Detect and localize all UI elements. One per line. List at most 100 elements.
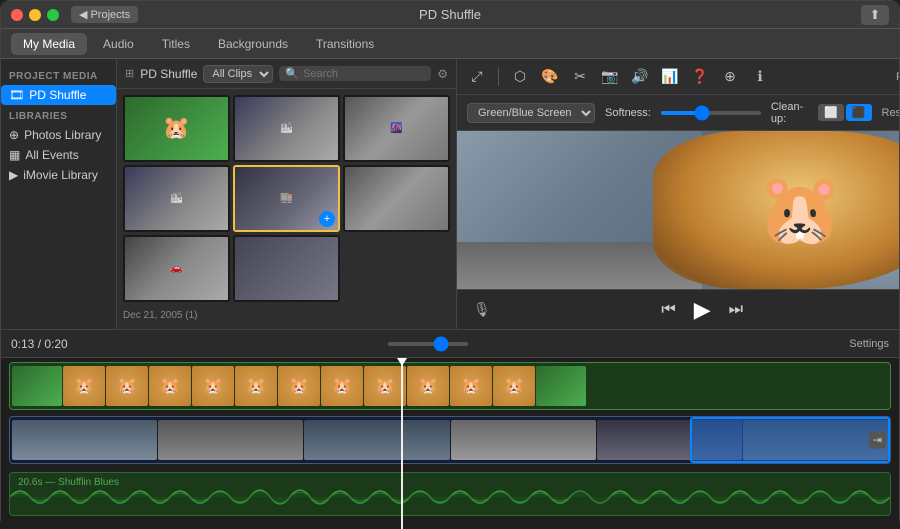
share-button[interactable]: ⬆ — [861, 5, 889, 25]
audio-track[interactable]: 20.6s — Shufflin Blues — [9, 472, 891, 516]
thumb-image-3: 🌆 — [345, 97, 448, 160]
sidebar-item-photos[interactable]: ⊕ Photos Library — [1, 125, 116, 145]
close-button[interactable] — [11, 9, 23, 21]
top-tabs-bar: My Media Audio Titles Backgrounds Transi… — [1, 29, 899, 59]
info-btn[interactable]: ℹ — [748, 65, 772, 89]
play-button[interactable]: ▶ — [694, 297, 711, 323]
all-clips-select[interactable]: All Clips — [203, 65, 273, 83]
track-frame-hamster-8: 🐹 — [364, 366, 406, 406]
search-icon: 🔍 — [285, 67, 299, 80]
chroma-key-select[interactable]: Green/Blue Screen — [467, 103, 595, 123]
microphone-button[interactable]: 🎙 — [473, 301, 491, 318]
hamster-track[interactable]: 🐹 🐹 🐹 🐹 🐹 🐹 🐹 🐹 🐹 🐹 🐹 — [9, 362, 891, 410]
settings-label[interactable]: Settings — [849, 338, 889, 350]
trim-btn[interactable]: ✂ — [568, 65, 592, 89]
track-frame-hamster-3: 🐹 — [149, 366, 191, 406]
sidebar-item-imovie[interactable]: ▶ iMovie Library — [1, 165, 116, 185]
skip-forward-button[interactable]: ⏭ — [729, 301, 743, 319]
playback-controls: 🎙 ⏮ ▶ ⏭ ⤢ — [457, 289, 899, 329]
track-frame-green — [12, 366, 62, 406]
media-toolbar: ⊞ PD Shuffle All Clips 🔍 ⚙ — [117, 59, 456, 89]
hamster-overlay: 🐹 — [653, 131, 899, 289]
tab-backgrounds[interactable]: Backgrounds — [206, 33, 300, 55]
sidebar-item-events[interactable]: ▦ All Events — [1, 145, 116, 165]
color-btn[interactable]: 🎨 — [538, 65, 562, 89]
media-thumb-7[interactable]: 🚗 — [123, 235, 230, 302]
traffic-lights — [11, 9, 59, 21]
blue-segment[interactable] — [690, 417, 890, 463]
track-frame-hamster-11: 🐹 — [493, 366, 535, 406]
libraries-section-label: LIBRARIES — [1, 105, 116, 125]
track-frame-hamster-5: 🐹 — [235, 366, 277, 406]
track-frame-hamster-7: 🐹 — [321, 366, 363, 406]
fullscreen-button[interactable] — [47, 9, 59, 21]
track-row-city: ⇥ — [1, 414, 899, 470]
preview-panel: ⤢ ⬡ 🎨 ✂ 📷 🔊 📊 ❓ ⊕ ℹ Reset All Green/Blue… — [457, 59, 899, 329]
search-box: 🔍 — [279, 66, 431, 81]
thumb-image-1: 🐹 — [125, 97, 228, 160]
reset-all-button[interactable]: Reset All — [896, 71, 899, 83]
volume-slider[interactable] — [388, 342, 468, 346]
media-panel-title: PD Shuffle — [140, 67, 197, 81]
search-input[interactable] — [303, 68, 425, 80]
imovie-icon: ▶ — [9, 168, 18, 182]
track-row-audio: 20.6s — Shufflin Blues — [1, 470, 899, 520]
city-frame-4 — [451, 420, 596, 460]
media-thumb-4[interactable]: 🏙 — [123, 165, 230, 232]
sidebar-item-label-imovie: iMovie Library — [23, 168, 98, 182]
chevron-left-icon: ◀ — [79, 8, 87, 21]
softness-slider[interactable] — [661, 111, 761, 115]
tab-titles[interactable]: Titles — [150, 33, 202, 55]
back-button[interactable]: ◀ Projects — [71, 6, 138, 23]
track-frame-hamster-6: 🐹 — [278, 366, 320, 406]
media-thumb-1[interactable]: 🐹 — [123, 95, 230, 162]
film-icon: 🎞 — [9, 88, 24, 102]
time-display: 0:13 / 0:20 — [11, 337, 68, 351]
reset-button[interactable]: Reset — [882, 107, 900, 119]
city-frame-2 — [158, 420, 303, 460]
track-frame-hamster-4: 🐹 — [192, 366, 234, 406]
sidebar: PROJECT MEDIA 🎞 PD Shuffle LIBRARIES ⊕ P… — [1, 59, 117, 329]
city-track[interactable]: ⇥ — [9, 416, 891, 464]
media-thumb-6[interactable] — [343, 165, 450, 232]
timeline-header: 0:13 / 0:20 Settings — [1, 330, 899, 358]
media-grid: 🐹 🏙 🌆 🏙 — [117, 89, 456, 329]
track-row-hamster: 🐹 🐹 🐹 🐹 🐹 🐹 🐹 🐹 🐹 🐹 🐹 — [1, 358, 899, 414]
main-content: My Media Audio Titles Backgrounds Transi… — [1, 29, 899, 529]
add-btn[interactable]: ⊕ — [718, 65, 742, 89]
help-btn[interactable]: ❓ — [688, 65, 712, 89]
media-thumb-2[interactable]: 🏙 — [233, 95, 340, 162]
tab-audio[interactable]: Audio — [91, 33, 146, 55]
back-button-label: Projects — [90, 9, 130, 21]
chart-btn[interactable]: 📊 — [658, 65, 682, 89]
track-frame-green-end — [536, 366, 586, 406]
titlebar: ◀ Projects PD Shuffle ⬆ — [1, 1, 899, 29]
events-icon: ▦ — [9, 148, 20, 162]
media-panel: ⊞ PD Shuffle All Clips 🔍 ⚙ 🐹 — [117, 59, 457, 329]
thumb-image-4: 🏙 — [125, 167, 228, 230]
minimize-button[interactable] — [29, 9, 41, 21]
city-frame-1 — [12, 420, 157, 460]
sidebar-item-label-events: All Events — [25, 148, 78, 162]
settings-icon[interactable]: ⚙ — [437, 67, 448, 81]
cleanup-off-btn[interactable]: ⬜ — [818, 104, 844, 121]
media-thumb-8[interactable] — [233, 235, 340, 302]
playhead — [401, 358, 403, 529]
project-section-label: PROJECT MEDIA — [1, 65, 116, 85]
media-thumb-3[interactable]: 🌆 — [343, 95, 450, 162]
content-area: PROJECT MEDIA 🎞 PD Shuffle LIBRARIES ⊕ P… — [1, 59, 899, 329]
media-thumb-5[interactable]: 🏬 + — [233, 165, 340, 232]
skip-back-button[interactable]: ⏮ — [661, 301, 675, 319]
tab-my-media[interactable]: My Media — [11, 33, 87, 55]
cleanup-buttons: ⬜ ⬛ — [818, 104, 871, 121]
cleanup-on-btn[interactable]: ⬛ — [846, 104, 872, 121]
chroma-toolbar: Green/Blue Screen Softness: Clean-up: ⬜ … — [457, 95, 899, 131]
grid-view-icon: ⊞ — [125, 67, 134, 80]
crop-btn[interactable]: ⬡ — [508, 65, 532, 89]
tab-transitions[interactable]: Transitions — [304, 33, 386, 55]
preview-video: 🐹 — [457, 131, 899, 289]
audio-btn[interactable]: 🔊 — [628, 65, 652, 89]
camera-btn[interactable]: 📷 — [598, 65, 622, 89]
sidebar-item-pd-shuffle[interactable]: 🎞 PD Shuffle — [1, 85, 116, 105]
move-tool-btn[interactable]: ⤢ — [465, 65, 489, 89]
